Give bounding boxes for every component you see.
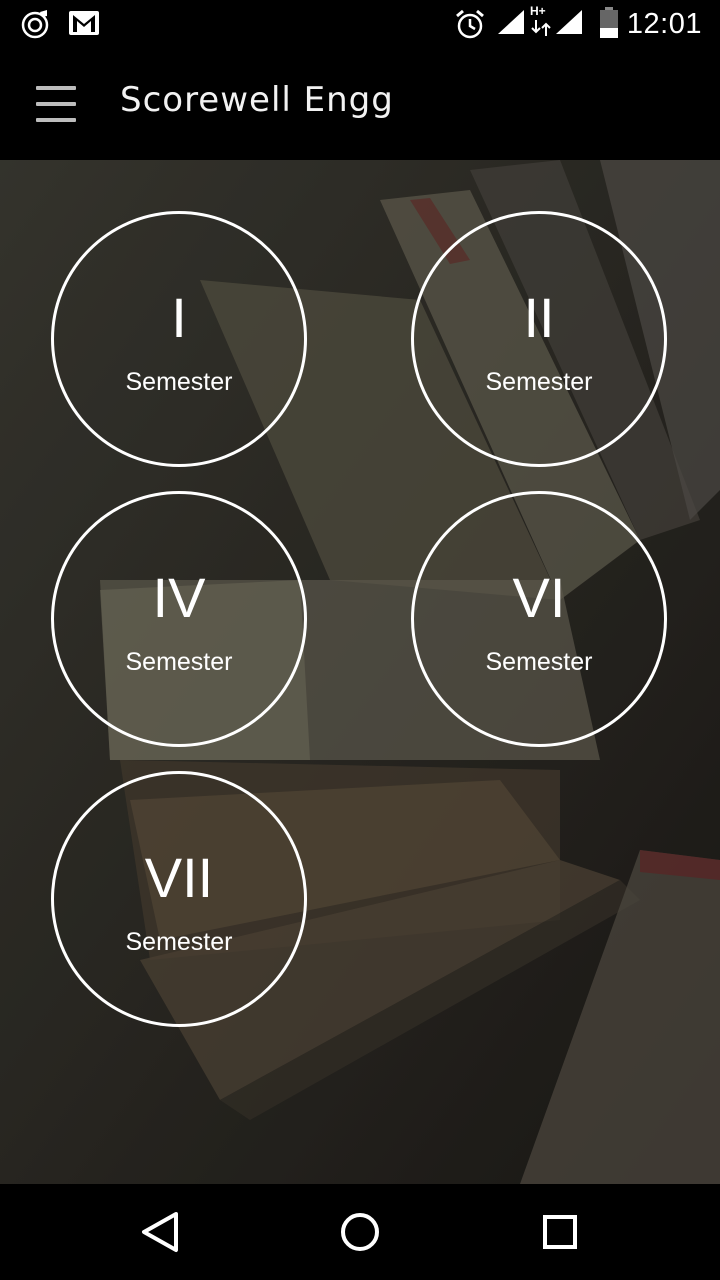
signal-icon-2 bbox=[556, 10, 582, 34]
signal-icon bbox=[498, 10, 524, 34]
status-time: 12:01 bbox=[626, 8, 702, 40]
semester-numeral: II bbox=[523, 286, 555, 349]
semester-label: Semester bbox=[125, 648, 233, 676]
semester-numeral: VII bbox=[144, 846, 214, 909]
hamburger-menu-icon[interactable] bbox=[24, 72, 88, 136]
semester-button-4[interactable]: IV Semester bbox=[51, 491, 307, 747]
battery-icon bbox=[600, 7, 618, 38]
semester-label: Semester bbox=[125, 368, 233, 396]
semester-button-7[interactable]: VII Semester bbox=[51, 771, 307, 1027]
hplus-data-icon: H+ bbox=[528, 4, 556, 38]
status-bar: H+ 12:01 bbox=[0, 0, 720, 48]
semester-numeral: IV bbox=[152, 566, 206, 629]
semester-label: Semester bbox=[125, 928, 233, 956]
semester-button-1[interactable]: I Semester bbox=[51, 211, 307, 467]
network-type-label: H+ bbox=[530, 4, 546, 18]
app-title: Scorewell Engg bbox=[120, 80, 394, 120]
app-bar: Scorewell Engg bbox=[0, 48, 720, 160]
semester-numeral: I bbox=[171, 286, 187, 349]
semester-numeral: VI bbox=[512, 566, 566, 629]
music-icon bbox=[21, 10, 49, 39]
navigation-bar bbox=[0, 1184, 720, 1280]
semester-button-6[interactable]: VI Semester bbox=[411, 491, 667, 747]
back-icon[interactable] bbox=[120, 1202, 200, 1262]
gmail-icon bbox=[69, 11, 99, 35]
semester-label: Semester bbox=[485, 368, 593, 396]
semester-grid: I Semester II Semester IV Semester VI Se… bbox=[0, 160, 720, 1184]
home-icon[interactable] bbox=[320, 1202, 400, 1262]
alarm-icon bbox=[456, 9, 484, 39]
semester-button-2[interactable]: II Semester bbox=[411, 211, 667, 467]
recents-icon[interactable] bbox=[520, 1202, 600, 1262]
semester-label: Semester bbox=[485, 648, 593, 676]
